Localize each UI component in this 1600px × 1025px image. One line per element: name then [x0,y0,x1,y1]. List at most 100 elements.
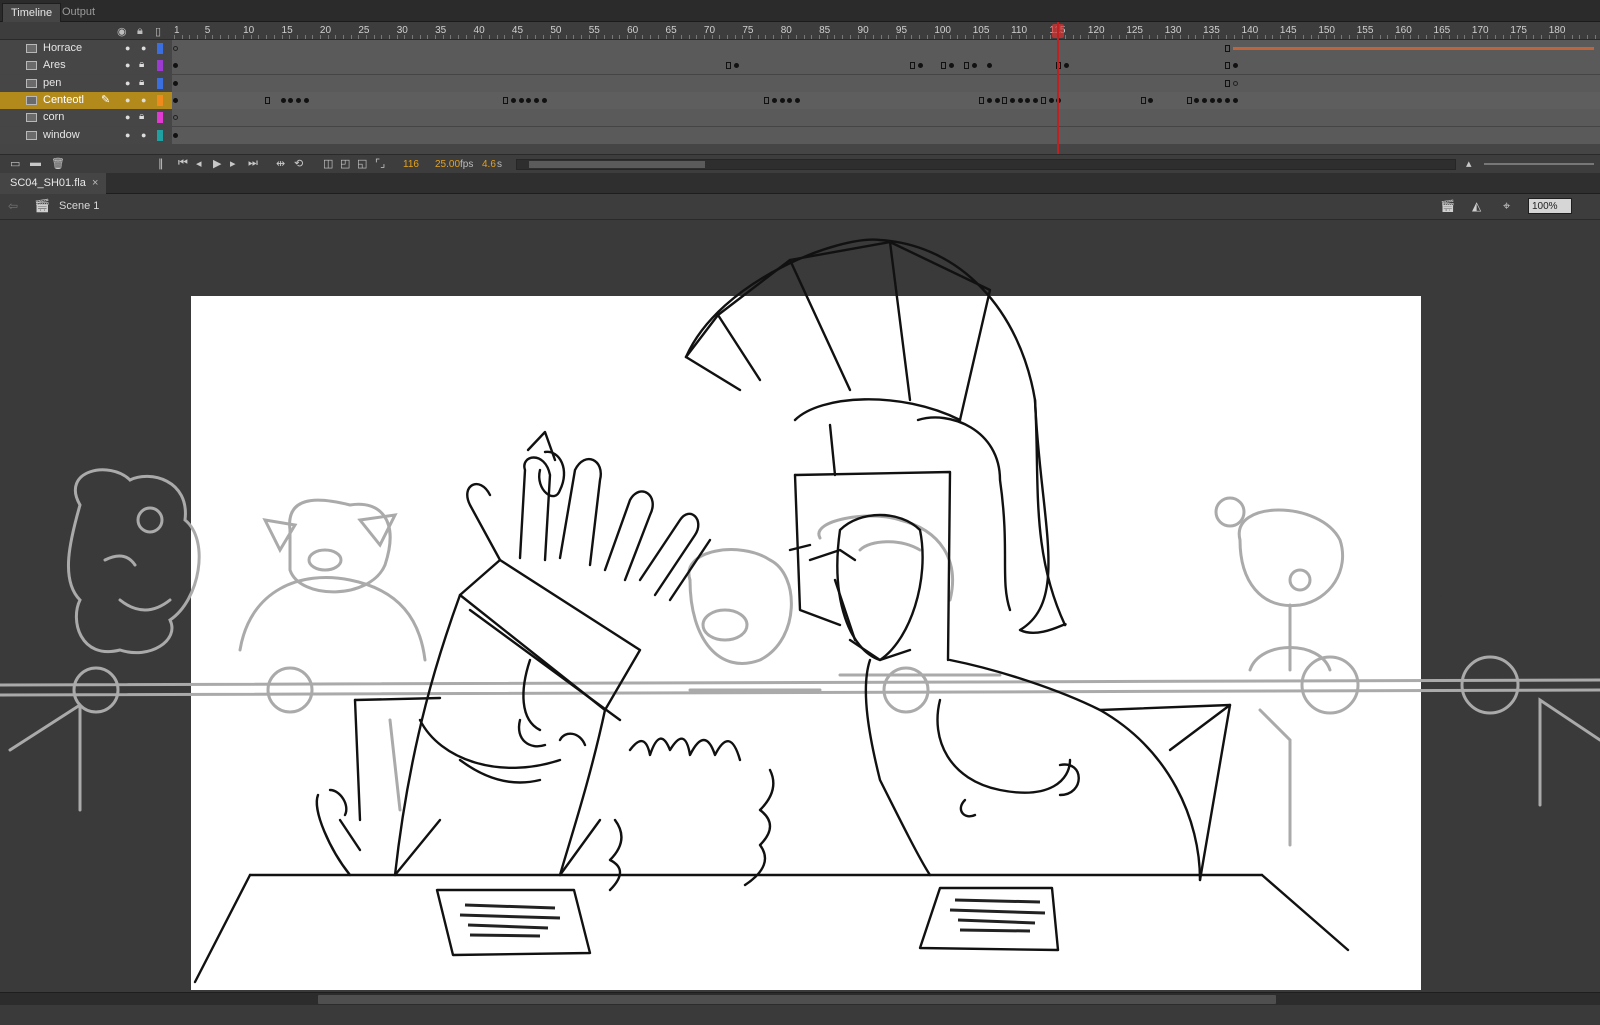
frame-span-end[interactable] [503,96,509,104]
keyframe[interactable] [795,97,801,103]
keyframe[interactable] [1033,97,1039,103]
layer-visibility-dot[interactable]: ● [125,60,130,70]
layer-lock-dot[interactable]: ● [141,95,146,105]
frame-span-end[interactable] [725,62,731,70]
loop-icon[interactable]: ⟲ [294,157,303,170]
layer-name[interactable]: pen [43,77,61,89]
layer-visibility-dot[interactable]: ● [125,112,130,122]
keyframe[interactable] [1217,97,1223,103]
layer-outline-color[interactable] [157,129,163,141]
lock-icon[interactable]: 🔒︎ [139,111,144,122]
layer-visibility-dot[interactable]: ● [125,95,130,105]
layer-row[interactable]: pen ● 🔒︎ [0,74,1600,92]
current-frame[interactable]: 116 [403,159,419,170]
blank-keyframe[interactable] [173,115,178,121]
tab-output[interactable]: Output [54,3,103,22]
stage-pasteboard[interactable] [0,220,1600,992]
keyframe[interactable] [288,97,294,103]
timeline-scrollbar[interactable] [516,159,1456,170]
keyframe[interactable] [518,97,524,103]
keyframe[interactable] [987,97,993,103]
layer-name[interactable]: Centeotl [43,94,84,106]
keyframe[interactable] [280,97,286,103]
layer-frames[interactable] [172,57,1600,75]
keyframe[interactable] [1025,97,1031,103]
keyframe[interactable] [1010,97,1016,103]
layer-lock-dot[interactable]: ● [141,43,146,53]
onion-markers-icon[interactable]: ⌜⌟ [375,157,385,170]
edit-symbol-icon[interactable]: ◭ [1472,199,1481,213]
first-frame-icon[interactable]: ⏮ [178,157,188,170]
layer-row[interactable]: window ● ● [0,126,1600,144]
eye-icon[interactable]: ◉ [117,25,127,38]
keyframe[interactable] [1194,97,1200,103]
layer-visibility-dot[interactable]: ● [125,130,130,140]
edit-scene-icon[interactable]: 🎬︎ [1440,199,1455,213]
frame-size-slider[interactable] [1484,163,1594,165]
blank-keyframe[interactable] [173,46,178,51]
new-folder-icon[interactable]: ▬ [30,157,41,169]
zoom-small-icon[interactable]: ▴ [1466,157,1472,170]
frame-span-end[interactable] [1186,96,1192,104]
frame-span-end[interactable] [1225,62,1231,70]
layer-info[interactable]: window ● ● [0,126,172,144]
scene-label[interactable]: Scene 1 [59,200,99,212]
layer-info[interactable]: Ares ● 🔒︎ [0,57,172,75]
last-frame-icon[interactable]: ⏭ [248,157,258,170]
stage-scroll-thumb[interactable] [318,995,1276,1004]
keyframe[interactable] [1017,97,1023,103]
keyframe[interactable] [994,97,1000,103]
layer-name[interactable]: window [43,129,80,141]
center-frame-icon[interactable]: ⇹ [276,157,285,170]
frame-span-end[interactable] [265,96,271,104]
frame-span-end[interactable] [1002,96,1008,104]
layer-visibility-dot[interactable]: ● [125,43,130,53]
frame-span-end[interactable] [764,96,770,104]
play-icon[interactable]: ▶ [213,157,221,170]
keyframe[interactable] [173,97,178,103]
layer-outline-color[interactable] [157,77,163,89]
onion-skin-icon[interactable]: ◫ [323,157,333,170]
onion-outline-icon[interactable]: ◰ [340,157,350,170]
back-arrow-icon[interactable]: ⇦ [8,199,18,213]
time-value[interactable]: 4.6 [482,159,496,170]
keyframe[interactable] [1063,63,1069,69]
keyframe[interactable] [917,63,923,69]
layer-info[interactable]: corn ● 🔒︎ [0,109,172,127]
layer-info[interactable]: pen ● 🔒︎ [0,74,172,92]
zoom-field[interactable]: 100% [1528,198,1572,214]
stage-horizontal-scrollbar[interactable] [0,992,1600,1005]
keyframe[interactable] [987,63,993,69]
keyframe[interactable] [533,97,539,103]
layer-outline-color[interactable] [157,43,163,54]
keyframe[interactable] [1225,97,1231,103]
center-stage-icon[interactable]: ⌖ [1503,198,1510,214]
layer-name[interactable]: Horrace [43,42,82,54]
keyframe[interactable] [787,97,793,103]
frame-span-end[interactable] [1225,45,1231,52]
layer-name[interactable]: corn [43,111,64,123]
layer-frames[interactable] [172,91,1600,109]
frame-span-end[interactable] [979,96,985,104]
layer-info[interactable]: Horrace ● ● [0,40,172,57]
layer-row[interactable]: Ares ● 🔒︎ [0,57,1600,75]
keyframe[interactable] [173,63,178,69]
frame-span-end[interactable] [964,62,970,70]
frame-span-end[interactable] [1040,96,1046,104]
keyframe[interactable] [779,97,785,103]
blank-keyframe[interactable] [1232,80,1238,86]
fps-value[interactable]: 25.00 [435,159,460,170]
keyframe[interactable] [541,97,547,103]
layer-info[interactable]: Centeotl ✎ ● ● [0,91,172,109]
frame-span-end[interactable] [941,62,946,70]
layer-frames[interactable] [172,126,1600,144]
keyframe[interactable] [295,97,301,103]
layer-frames[interactable] [172,109,1600,127]
keyframe[interactable] [303,97,309,103]
layer-lock-dot[interactable]: ● [141,130,146,140]
tab-timeline[interactable]: Timeline [2,3,62,22]
layer-frames[interactable] [172,40,1600,57]
keyframe[interactable] [173,80,178,86]
keyframe[interactable] [173,132,178,138]
keyframe[interactable] [733,63,739,69]
